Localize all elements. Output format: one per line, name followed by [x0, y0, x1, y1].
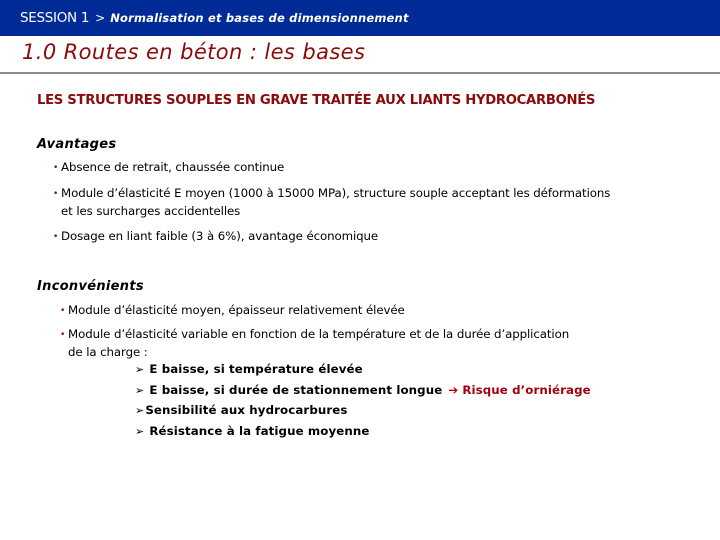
advantage-text: Module d’élasticité E moyen (1000 à 1500… [61, 186, 611, 200]
slide-title: 1.0 Routes en béton : les bases [22, 40, 366, 64]
bullet-icon: • [53, 189, 59, 199]
disadvantage-item: • Module d’élasticité moyen, épaisseur re… [60, 302, 405, 320]
arrowhead-bullet-icon: ➢ [135, 425, 145, 438]
advantages-title: Avantages [37, 137, 117, 152]
advantage-item: • Absence de retrait, chaussée continue [53, 159, 284, 177]
arrowhead-bullet-icon: ➢ [135, 404, 145, 417]
rutting-risk-text: Risque d’orniérage [462, 383, 591, 397]
section-heading: LES STRUCTURES SOUPLES EN GRAVE TRAITÉE … [37, 93, 596, 108]
arrowhead-bullet-icon: ➢ [135, 363, 145, 376]
sub-item-text: E baisse, si température élevée [149, 362, 363, 376]
advantage-text-continued: et les surcharges accidentelles [61, 204, 241, 218]
disadvantage-text-continued: de la charge : [68, 345, 148, 359]
advantage-item: • Module d’élasticité E moyen (1000 à 150… [53, 185, 610, 220]
sub-item-text: E baisse, si durée de stationnement long… [149, 383, 443, 397]
bullet-icon: • [60, 306, 66, 316]
disadvantage-item: • Module d’élasticité variable en fonctio… [60, 326, 569, 361]
bullet-icon: • [53, 232, 59, 242]
session-header-bar: SESSION 1 > Normalisation et bases de di… [0, 0, 720, 36]
advantage-item: • Dosage en liant faible (3 à 6%), avanta… [53, 228, 378, 246]
bullet-icon: • [53, 163, 59, 173]
sub-item: ➢Sensibilité aux hydrocarbures [135, 403, 348, 417]
sub-item-text: Sensibilité aux hydrocarbures [145, 403, 348, 417]
session-subtitle: Normalisation et bases de dimensionnemen… [110, 11, 409, 25]
advantage-text: Absence de retrait, chaussée continue [61, 160, 285, 174]
advantage-text: Dosage en liant faible (3 à 6%), avantag… [61, 229, 379, 243]
breadcrumb-separator: > [95, 11, 106, 25]
sub-item: ➢ Résistance à la fatigue moyenne [135, 424, 370, 438]
sub-item: ➢ E baisse, si température élevée [135, 362, 363, 376]
sub-item: ➢ E baisse, si durée de stationnement lon… [135, 383, 591, 397]
disadvantage-text: Module d’élasticité variable en fonction… [68, 327, 570, 341]
right-arrow-icon: ➔ [448, 383, 459, 397]
disadvantage-text: Module d’élasticité moyen, épaisseur rel… [68, 303, 405, 317]
bullet-icon: • [60, 330, 66, 340]
sub-item-text: Résistance à la fatigue moyenne [149, 424, 370, 438]
session-label: SESSION 1 [20, 10, 90, 26]
arrowhead-bullet-icon: ➢ [135, 384, 145, 397]
disadvantages-title: Inconvénients [37, 279, 144, 294]
title-divider [0, 72, 720, 74]
